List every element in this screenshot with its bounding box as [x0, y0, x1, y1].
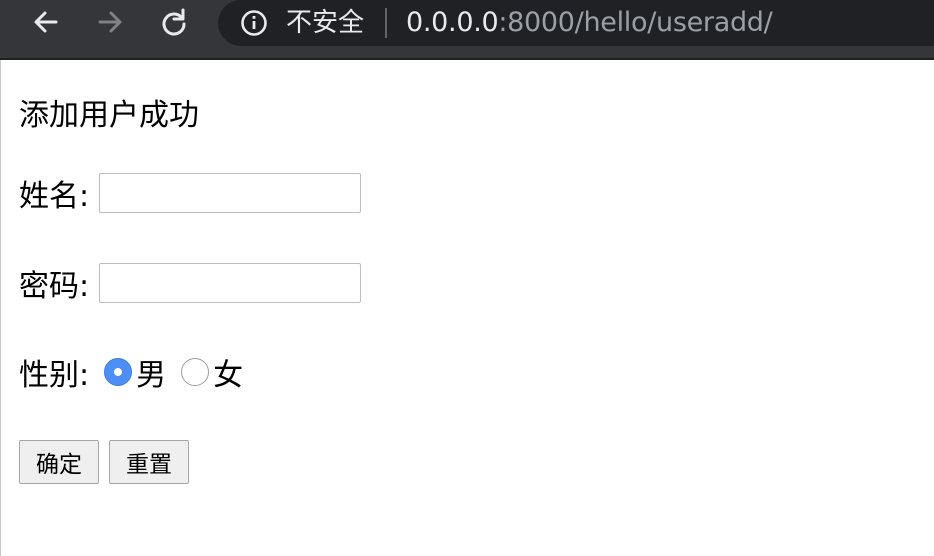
gender-male-label[interactable]: 男: [136, 350, 166, 394]
info-circle-icon[interactable]: [240, 9, 268, 37]
url-path: :8000/hello/useradd/: [498, 7, 773, 38]
url-host: 0.0.0.0: [406, 7, 499, 38]
gender-label: 性别:: [19, 358, 90, 393]
name-label: 姓名:: [19, 179, 90, 214]
reload-icon: [162, 8, 186, 36]
arrow-left-icon: [34, 11, 58, 33]
security-status-label[interactable]: 不安全: [286, 6, 364, 40]
arrow-right-icon: [98, 11, 122, 33]
gender-female-label[interactable]: 女: [213, 350, 243, 394]
address-bar[interactable]: 不安全 0.0.0.0:8000/hello/useradd/: [218, 0, 934, 46]
omnibox-divider: [385, 8, 387, 38]
gender-female-radio[interactable]: [181, 358, 210, 386]
reset-button[interactable]: 重置: [109, 440, 189, 484]
browser-toolbar: 不安全 0.0.0.0:8000/hello/useradd/: [0, 0, 934, 58]
back-button[interactable]: [28, 4, 64, 40]
password-input[interactable]: [99, 263, 362, 303]
reload-button[interactable]: [156, 4, 192, 40]
url-text[interactable]: 0.0.0.0:8000/hello/useradd/: [406, 5, 773, 41]
page-viewport: 添加用户成功 姓名: 密码: 性别: 男 女 确定 重置: [0, 60, 934, 556]
name-input[interactable]: [99, 173, 362, 213]
password-row: 密码:: [19, 262, 362, 304]
success-message: 添加用户成功: [19, 98, 199, 133]
forward-button[interactable]: [92, 4, 128, 40]
submit-button[interactable]: 确定: [19, 440, 99, 484]
gender-male-radio[interactable]: [104, 358, 133, 386]
password-label: 密码:: [19, 269, 90, 304]
gender-row: 性别: 男 女: [19, 351, 243, 393]
name-row: 姓名:: [19, 172, 362, 214]
